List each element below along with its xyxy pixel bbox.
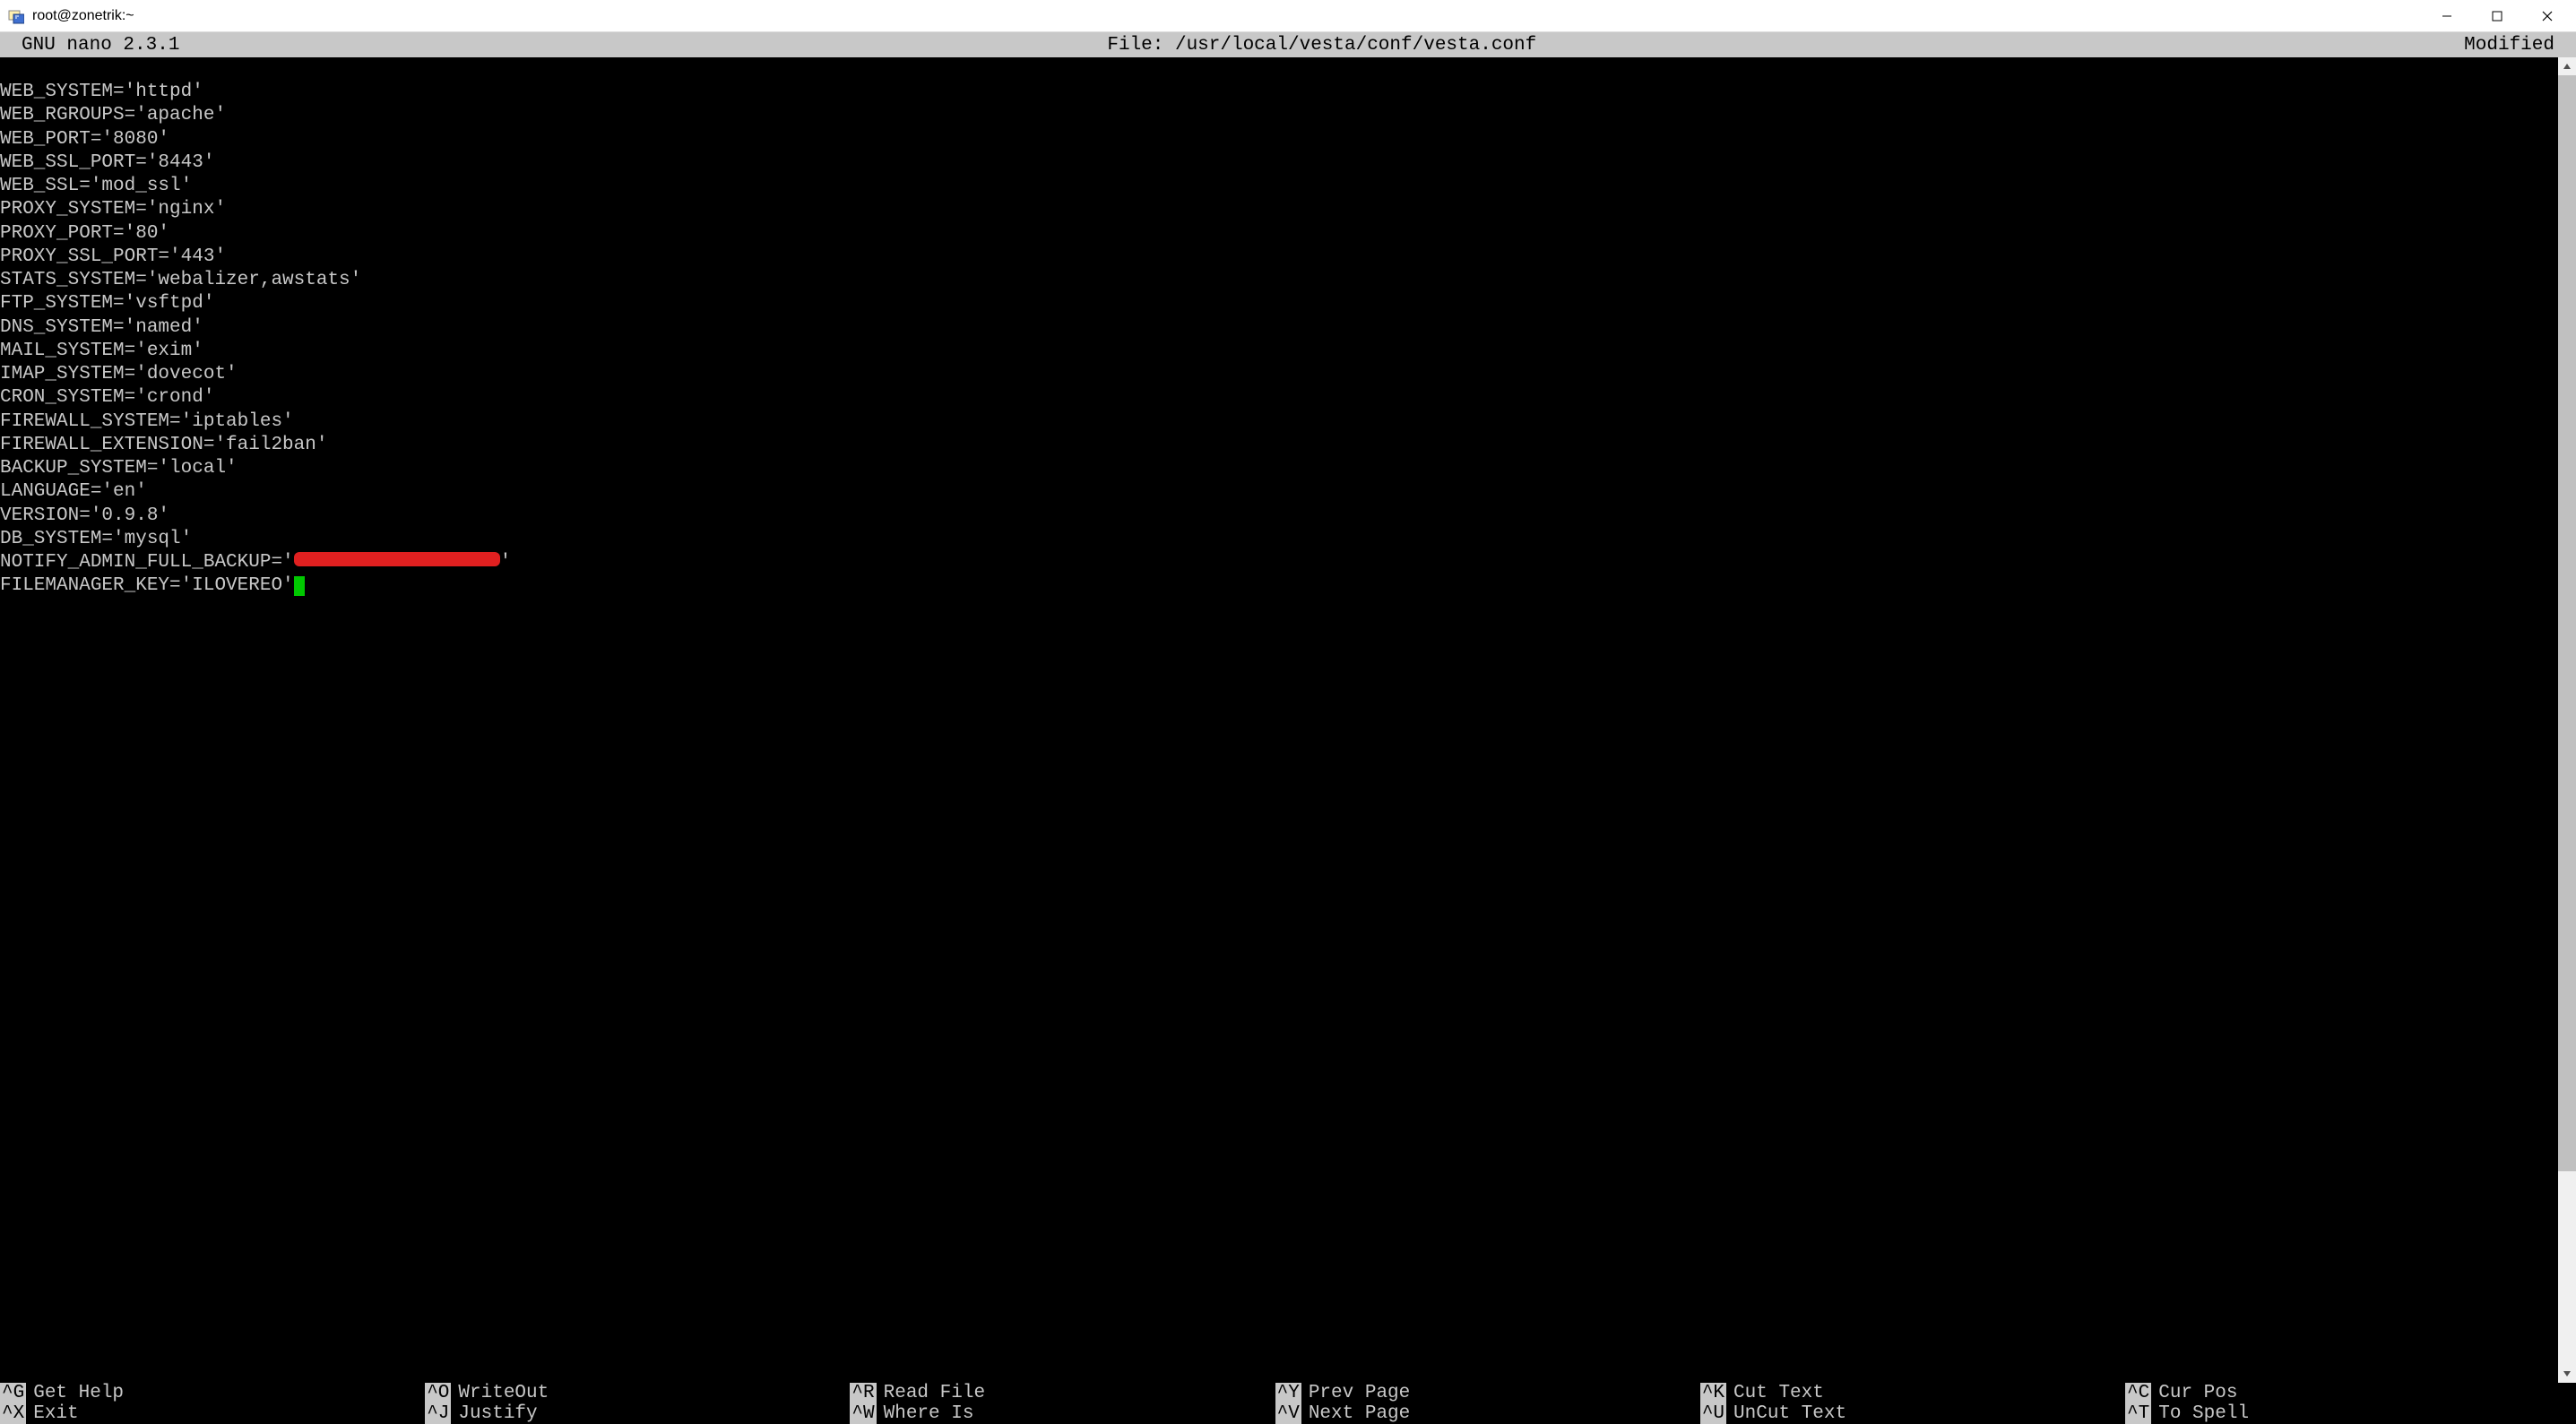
- shortcut-label: Where Is: [877, 1403, 974, 1424]
- editor-line: WEB_PORT='8080': [0, 128, 2558, 151]
- shortcut-item: ^RRead File: [850, 1383, 1275, 1403]
- putty-icon: [7, 7, 25, 25]
- shortcut-label: Justify: [451, 1403, 537, 1424]
- editor-line: FIREWALL_SYSTEM='iptables': [0, 410, 2558, 434]
- editor-line: FIREWALL_EXTENSION='fail2ban': [0, 434, 2558, 457]
- shortcut-item: ^YPrev Page: [1275, 1383, 1700, 1403]
- nano-version: GNU nano 2.3.1: [7, 35, 179, 56]
- editor-line: WEB_SYSTEM='httpd': [0, 81, 2558, 104]
- shortcut-key: ^V: [1275, 1403, 1301, 1424]
- footer-row-2: ^XExit^JJustify^WWhere Is^VNext Page^UUn…: [0, 1403, 2576, 1424]
- shortcut-key: ^K: [1700, 1383, 1726, 1403]
- redacted-suffix: ': [500, 552, 512, 573]
- shortcut-item: ^XExit: [0, 1403, 425, 1424]
- shortcut-item: ^JJustify: [425, 1403, 850, 1424]
- terminal-window: root@zonetrik:~ GNU nano 2.3.1 File: /us…: [0, 0, 2576, 1424]
- shortcut-label: Exit: [26, 1403, 78, 1424]
- cursor-line-text: FILEMANAGER_KEY='ILOVEREO': [0, 575, 294, 596]
- shortcut-label: UnCut Text: [1726, 1403, 1846, 1424]
- shortcut-label: To Spell: [2151, 1403, 2249, 1424]
- redacted-prefix: NOTIFY_ADMIN_FULL_BACKUP=': [0, 552, 294, 573]
- editor-line: DB_SYSTEM='mysql': [0, 528, 2558, 551]
- editor-line: PROXY_SSL_PORT='443': [0, 246, 2558, 269]
- vertical-scrollbar[interactable]: [2558, 57, 2576, 1383]
- editor-line: PROXY_SYSTEM='nginx': [0, 198, 2558, 221]
- editor-line: DNS_SYSTEM='named': [0, 316, 2558, 340]
- nano-footer: ^GGet Help^OWriteOut^RRead File^YPrev Pa…: [0, 1383, 2576, 1424]
- redaction-mark: [294, 552, 500, 566]
- window-title: root@zonetrik:~: [32, 8, 2433, 24]
- shortcut-key: ^T: [2125, 1403, 2151, 1424]
- editor-line: WEB_SSL_PORT='8443': [0, 151, 2558, 175]
- scrollbar-thumb[interactable]: [2558, 75, 2576, 1171]
- scrollbar-track[interactable]: [2558, 75, 2576, 1365]
- window-titlebar: root@zonetrik:~: [0, 0, 2576, 32]
- editor-line: LANGUAGE='en': [0, 480, 2558, 504]
- editor-line-cursor: FILEMANAGER_KEY='ILOVEREO': [0, 574, 2558, 598]
- shortcut-item: ^WWhere Is: [850, 1403, 1275, 1424]
- shortcut-key: ^G: [0, 1383, 26, 1403]
- shortcut-key: ^Y: [1275, 1383, 1301, 1403]
- text-cursor: [294, 576, 305, 596]
- shortcut-key: ^W: [850, 1403, 876, 1424]
- shortcut-item: ^GGet Help: [0, 1383, 425, 1403]
- editor-line: STATS_SYSTEM='webalizer,awstats': [0, 269, 2558, 292]
- editor-line: WEB_SSL='mod_ssl': [0, 175, 2558, 198]
- shortcut-item: ^TTo Spell: [2125, 1403, 2550, 1424]
- editor-line: PROXY_PORT='80': [0, 222, 2558, 246]
- shortcut-item: ^CCur Pos: [2125, 1383, 2550, 1403]
- editor-blank-line: [0, 57, 2558, 81]
- nano-file-label: File: /usr/local/vesta/conf/vesta.conf: [179, 35, 2464, 56]
- shortcut-label: Prev Page: [1301, 1383, 1410, 1403]
- editor-line: BACKUP_SYSTEM='local': [0, 457, 2558, 480]
- shortcut-key: ^J: [425, 1403, 451, 1424]
- editor-container: WEB_SYSTEM='httpd'WEB_RGROUPS='apache'WE…: [0, 57, 2576, 1383]
- shortcut-label: Cur Pos: [2151, 1383, 2237, 1403]
- editor-line: CRON_SYSTEM='crond': [0, 386, 2558, 410]
- shortcut-item: ^KCut Text: [1700, 1383, 2125, 1403]
- shortcut-label: WriteOut: [451, 1383, 549, 1403]
- minimize-button[interactable]: [2433, 4, 2461, 29]
- shortcut-item: ^VNext Page: [1275, 1403, 1700, 1424]
- editor-line: WEB_RGROUPS='apache': [0, 104, 2558, 127]
- nano-status: Modified: [2464, 35, 2569, 56]
- shortcut-key: ^R: [850, 1383, 876, 1403]
- editor-line-redacted: NOTIFY_ADMIN_FULL_BACKUP=' ': [0, 551, 2558, 574]
- shortcut-label: Cut Text: [1726, 1383, 1824, 1403]
- nano-header: GNU nano 2.3.1 File: /usr/local/vesta/co…: [0, 32, 2576, 57]
- scrollbar-up-button[interactable]: [2558, 57, 2576, 75]
- maximize-button[interactable]: [2483, 4, 2511, 29]
- shortcut-label: Get Help: [26, 1383, 124, 1403]
- close-button[interactable]: [2533, 4, 2562, 29]
- shortcut-item: ^OWriteOut: [425, 1383, 850, 1403]
- shortcut-key: ^C: [2125, 1383, 2151, 1403]
- shortcut-label: Next Page: [1301, 1403, 1410, 1424]
- editor-line: FTP_SYSTEM='vsftpd': [0, 292, 2558, 315]
- editor-line: IMAP_SYSTEM='dovecot': [0, 363, 2558, 386]
- editor-line: MAIL_SYSTEM='exim': [0, 340, 2558, 363]
- shortcut-label: Read File: [877, 1383, 985, 1403]
- shortcut-key: ^O: [425, 1383, 451, 1403]
- editor-content[interactable]: WEB_SYSTEM='httpd'WEB_RGROUPS='apache'WE…: [0, 57, 2558, 1383]
- window-controls: [2433, 4, 2569, 29]
- editor-line: VERSION='0.9.8': [0, 505, 2558, 528]
- shortcut-item: ^UUnCut Text: [1700, 1403, 2125, 1424]
- shortcut-key: ^U: [1700, 1403, 1726, 1424]
- scrollbar-down-button[interactable]: [2558, 1365, 2576, 1383]
- footer-row-1: ^GGet Help^OWriteOut^RRead File^YPrev Pa…: [0, 1383, 2576, 1403]
- shortcut-key: ^X: [0, 1403, 26, 1424]
